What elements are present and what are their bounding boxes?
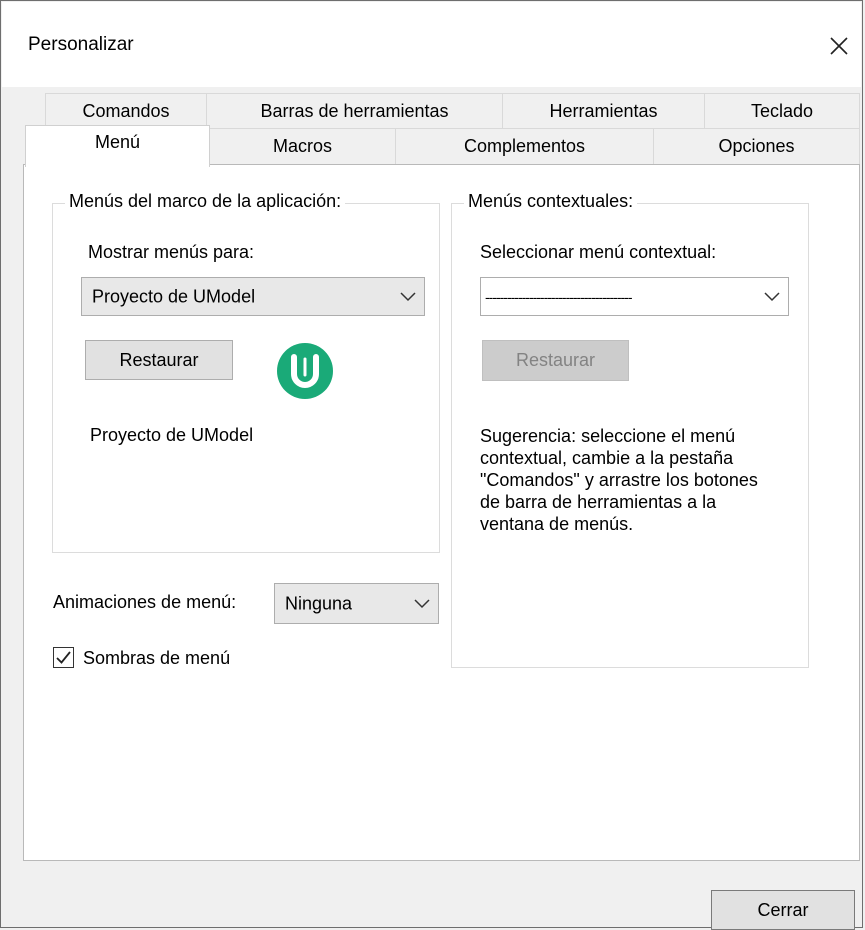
tab-menu[interactable]: Menú (25, 125, 210, 167)
umodel-logo-icon (277, 343, 333, 399)
tab-opciones[interactable]: Opciones (653, 128, 860, 165)
context-menu-value: ---------------------------------------- (485, 288, 632, 305)
tab-macros[interactable]: Macros (209, 128, 396, 165)
menu-animations-value: Ninguna (285, 593, 353, 613)
tab-teclado[interactable]: Teclado (704, 93, 860, 129)
current-menu-label: Proyecto de UModel (90, 425, 254, 445)
show-menus-for-combo[interactable]: Proyecto de UModel (81, 277, 425, 316)
menu-animations-combo[interactable]: Ninguna (274, 583, 439, 624)
tab-complementos[interactable]: Complementos (395, 128, 654, 165)
show-menus-for-value: Proyecto de UModel (92, 286, 256, 306)
menu-animations-label: Animaciones de menú: (53, 592, 237, 612)
tab-herramientas[interactable]: Herramientas (502, 93, 705, 129)
chevron-down-icon (400, 291, 416, 301)
menu-shadows-checkbox[interactable] (53, 647, 74, 668)
app-menus-group-label: Menús del marco de la aplicación: (65, 191, 346, 212)
show-menus-for-label: Mostrar menús para: (88, 242, 255, 262)
close-icon[interactable] (817, 20, 861, 72)
context-menus-group-label: Menús contextuales: (464, 191, 638, 212)
context-menus-restore-button[interactable]: Restaurar (482, 340, 629, 381)
tab-barras-de-herramientas[interactable]: Barras de herramientas (206, 93, 503, 129)
chevron-down-icon (764, 291, 780, 301)
select-context-menu-label: Seleccionar menú contextual: (480, 242, 717, 262)
chevron-down-icon (414, 598, 430, 608)
menu-shadows-label[interactable]: Sombras de menú (83, 648, 230, 669)
checkmark-icon (56, 651, 71, 664)
app-menus-restore-button[interactable]: Restaurar (85, 340, 233, 380)
context-menu-combo[interactable]: ---------------------------------------- (480, 277, 789, 316)
close-button[interactable]: Cerrar (711, 890, 855, 930)
window-title: Personalizar (28, 34, 134, 55)
tab-comandos[interactable]: Comandos (45, 93, 207, 129)
title-bar: Personalizar (2, 2, 861, 87)
hint-text: Sugerencia: seleccione el menú contextua… (480, 426, 758, 534)
